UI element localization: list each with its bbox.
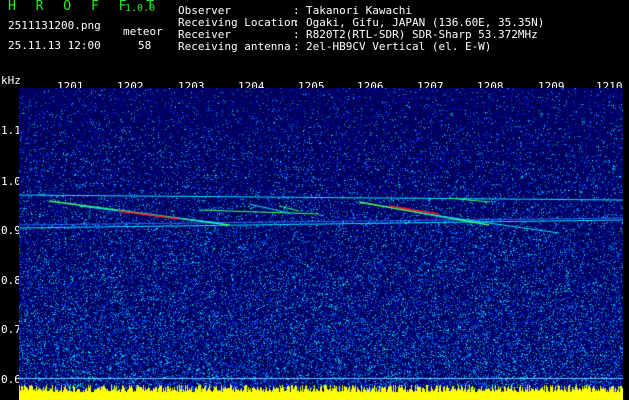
info-value-antenna: 2el-HB9CV Vertical (el. E-W) [306, 40, 492, 53]
file-name: 2511131200.png [8, 19, 101, 32]
frequency-unit-label: kHz [1, 74, 21, 87]
info-colon: : [293, 40, 300, 53]
freq-tick: 0.8 [1, 274, 21, 287]
spectrogram [19, 88, 623, 400]
freq-tick: 1.1 [1, 124, 21, 137]
app-version: 1.0.0 [125, 3, 156, 14]
info-label-antenna: Receiving antenna [178, 40, 291, 53]
freq-tick: 0.9 [1, 224, 21, 237]
meteor-count: 58 [138, 39, 152, 52]
freq-tick: 0.7 [1, 323, 21, 336]
freq-tick: 1.0 [1, 175, 21, 188]
capture-datetime: 25.11.13 12:00 [8, 39, 101, 52]
freq-tick: 0.6 [1, 373, 21, 386]
detector-label: meteor [123, 25, 163, 38]
spectrogram-canvas [19, 88, 623, 400]
